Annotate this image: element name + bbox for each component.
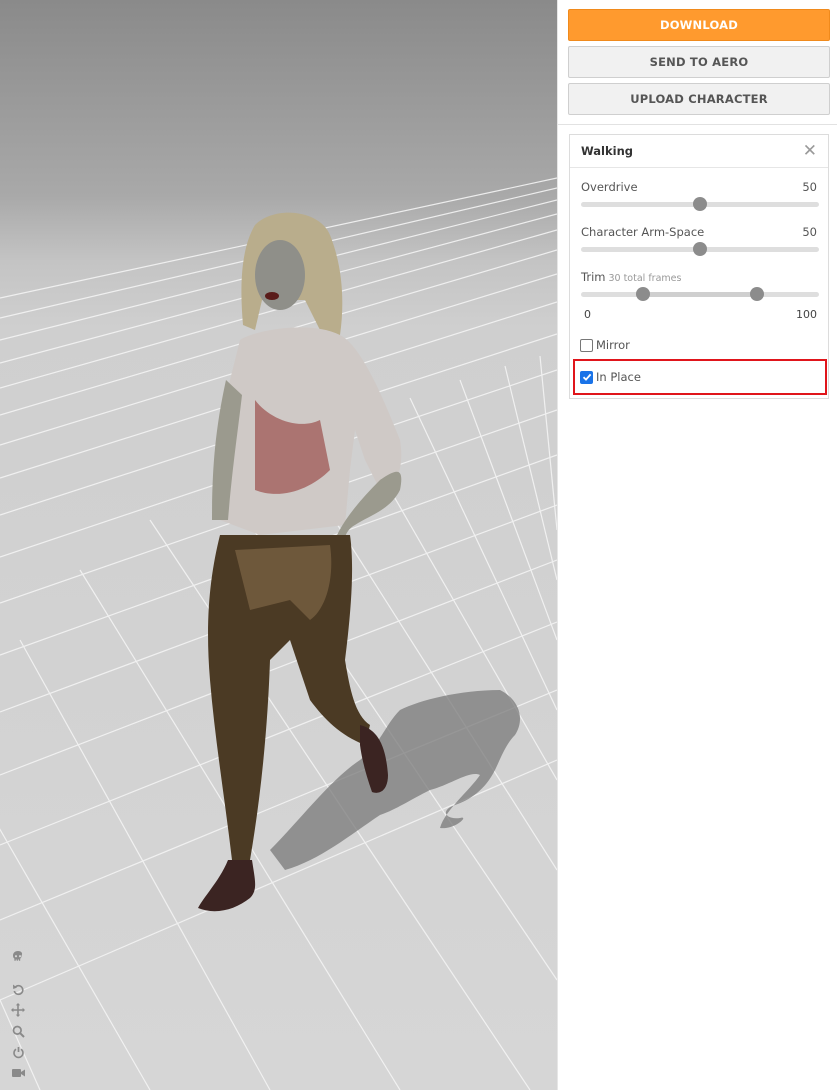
trim-label: Trim 30 total frames xyxy=(581,270,681,284)
viewport-tools xyxy=(9,948,27,1085)
checkmark-icon xyxy=(582,373,591,381)
overdrive-value: 50 xyxy=(802,180,817,194)
overdrive-slider[interactable] xyxy=(581,197,819,211)
close-icon[interactable]: ✕ xyxy=(803,142,817,160)
arm-space-label: Character Arm-Space xyxy=(581,225,705,239)
panel-header: Walking ✕ xyxy=(570,135,828,168)
sidebar: DOWNLOAD SEND TO AERO UPLOAD CHARACTER W… xyxy=(557,0,837,1090)
power-icon[interactable] xyxy=(9,1043,27,1061)
divider xyxy=(558,124,837,125)
mirror-checkbox[interactable] xyxy=(580,338,593,352)
trim-range-fill xyxy=(642,292,758,297)
download-button[interactable]: DOWNLOAD xyxy=(568,9,830,41)
trim-end-handle[interactable] xyxy=(750,287,765,301)
mirror-option[interactable]: Mirror xyxy=(580,338,630,352)
in-place-label: In Place xyxy=(596,370,641,384)
skull-icon[interactable] xyxy=(9,948,27,966)
animation-settings-panel: Walking ✕ Overdrive 50 Character Arm-Spa… xyxy=(569,134,829,399)
move-icon[interactable] xyxy=(9,1001,27,1019)
send-to-aero-button[interactable]: SEND TO AERO xyxy=(568,46,830,78)
scene-canvas xyxy=(0,177,557,1090)
arm-space-value: 50 xyxy=(802,225,817,239)
upload-character-button[interactable]: UPLOAD CHARACTER xyxy=(568,83,830,115)
rotate-icon[interactable] xyxy=(9,980,27,998)
overdrive-slider-handle[interactable] xyxy=(693,197,707,211)
trim-label-text: Trim xyxy=(581,270,606,284)
trim-range-slider[interactable] xyxy=(581,287,819,301)
mirror-label: Mirror xyxy=(596,338,630,352)
overdrive-label: Overdrive xyxy=(581,180,638,194)
character-shadow xyxy=(270,690,520,870)
in-place-checkbox[interactable] xyxy=(580,370,593,384)
3d-viewport[interactable] xyxy=(0,0,557,1090)
trim-min-label: 0 xyxy=(584,308,591,321)
trim-max-label: 100 xyxy=(796,308,817,321)
trim-start-handle[interactable] xyxy=(635,287,650,301)
arm-space-slider[interactable] xyxy=(581,242,819,256)
trim-frames-note: 30 total frames xyxy=(608,273,682,284)
animation-title: Walking xyxy=(581,144,633,158)
arm-space-slider-handle[interactable] xyxy=(693,242,707,256)
zoom-icon[interactable] xyxy=(9,1022,27,1040)
in-place-option[interactable]: In Place xyxy=(580,370,641,384)
camera-icon[interactable] xyxy=(9,1064,27,1082)
